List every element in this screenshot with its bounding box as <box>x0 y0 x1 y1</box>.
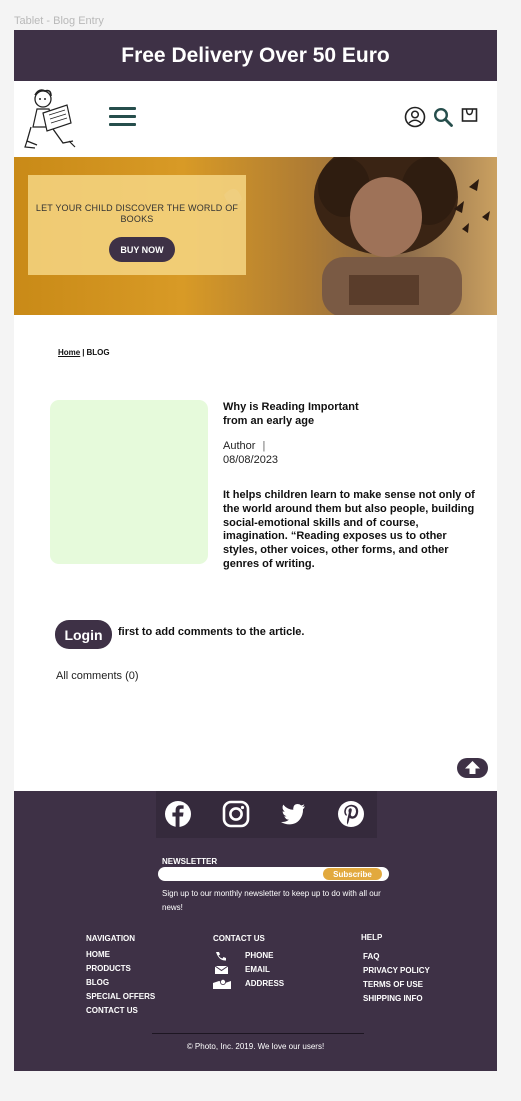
article-image-placeholder <box>50 400 208 564</box>
help-title: HELP <box>361 933 383 942</box>
map-icon <box>213 979 231 989</box>
article-body: It helps children learn to make sense no… <box>223 489 475 570</box>
contact-address-label: ADDRESS <box>245 979 285 988</box>
frame-label: Tablet - Blog Entry <box>14 15 104 27</box>
user-icon[interactable] <box>404 106 426 128</box>
article-date: 08/08/2023 <box>223 454 279 466</box>
copyright-text: © Photo, Inc. 2019. We love our users! <box>186 1042 325 1051</box>
login-button[interactable]: Login <box>55 620 112 649</box>
hero-headline: LET YOUR CHILD DISCOVER THE WORLD OF BOO… <box>35 203 239 224</box>
author-separator: | <box>262 440 266 452</box>
login-note: first to add comments to the article. <box>118 626 305 638</box>
breadcrumb-home-link[interactable]: Home <box>58 348 80 357</box>
instagram-icon[interactable] <box>222 800 250 828</box>
promo-banner: Free Delivery Over 50 Euro <box>14 30 497 81</box>
contact-list: PHONE EMAIL ADDRESS <box>213 949 284 991</box>
newsletter-title: NEWSLETTER <box>162 857 218 866</box>
breadcrumb-current: BLOG <box>86 348 110 357</box>
contact-address[interactable]: ADDRESS <box>213 977 284 991</box>
scroll-to-top-button[interactable] <box>457 758 488 778</box>
article-title: Why is Reading Important from an early a… <box>223 401 359 427</box>
navigation-list: HOME PRODUCTS BLOG SPECIAL OFFERS CONTAC… <box>86 948 155 1018</box>
footer-link-home[interactable]: HOME <box>86 948 155 962</box>
twitter-icon[interactable] <box>279 800 307 828</box>
footer-link-special-offers[interactable]: SPECIAL OFFERS <box>86 990 155 1004</box>
facebook-icon[interactable] <box>164 800 192 828</box>
contact-title: CONTACT US <box>213 934 265 943</box>
navigation-title: NAVIGATION <box>86 934 136 943</box>
arrow-up-icon <box>465 761 480 774</box>
footer-link-products[interactable]: PRODUCTS <box>86 962 155 976</box>
footer-link-terms-of-use[interactable]: TERMS OF USE <box>363 978 430 992</box>
shopping-bag-icon[interactable] <box>461 106 478 123</box>
pinterest-icon[interactable] <box>337 800 365 828</box>
site-footer: NEWSLETTER Subscribe Sign up to our mont… <box>14 791 497 1071</box>
site-header <box>14 81 497 157</box>
phone-icon <box>216 952 226 961</box>
social-bar <box>156 791 377 838</box>
comments-count: All comments (0) <box>56 670 139 682</box>
article-author: Author | <box>223 440 265 452</box>
hero-promo-box: LET YOUR CHILD DISCOVER THE WORLD OF BOO… <box>28 175 246 275</box>
logo-illustration[interactable] <box>23 87 77 151</box>
contact-email[interactable]: EMAIL <box>213 963 284 977</box>
email-icon <box>214 965 229 974</box>
newsletter-description: Sign up to our monthly newsletter to kee… <box>162 889 381 912</box>
footer-link-blog[interactable]: BLOG <box>86 976 155 990</box>
contact-phone[interactable]: PHONE <box>213 949 284 963</box>
contact-phone-label: PHONE <box>245 951 274 960</box>
page-artboard: Free Delivery Over 50 Euro LET YOUR CHIL… <box>14 30 497 1071</box>
contact-email-label: EMAIL <box>245 965 270 974</box>
help-list: FAQ PRIVACY POLICY TERMS OF USE SHIPPING… <box>363 950 430 1006</box>
footer-link-faq[interactable]: FAQ <box>363 950 430 964</box>
search-icon[interactable] <box>433 107 454 128</box>
footer-link-shipping-info[interactable]: SHIPPING INFO <box>363 992 430 1006</box>
breadcrumb-separator: | <box>82 348 85 357</box>
subscribe-button[interactable]: Subscribe <box>323 868 382 880</box>
hero-banner: LET YOUR CHILD DISCOVER THE WORLD OF BOO… <box>14 157 497 315</box>
footer-link-privacy-policy[interactable]: PRIVACY POLICY <box>363 964 430 978</box>
footer-link-contact-us[interactable]: CONTACT US <box>86 1004 155 1018</box>
buy-now-button[interactable]: BUY NOW <box>109 237 175 262</box>
article-author-name: Author <box>223 440 256 452</box>
footer-divider <box>152 1033 364 1034</box>
hamburger-menu-icon[interactable] <box>109 107 137 129</box>
breadcrumb: Home | BLOG <box>58 348 110 357</box>
